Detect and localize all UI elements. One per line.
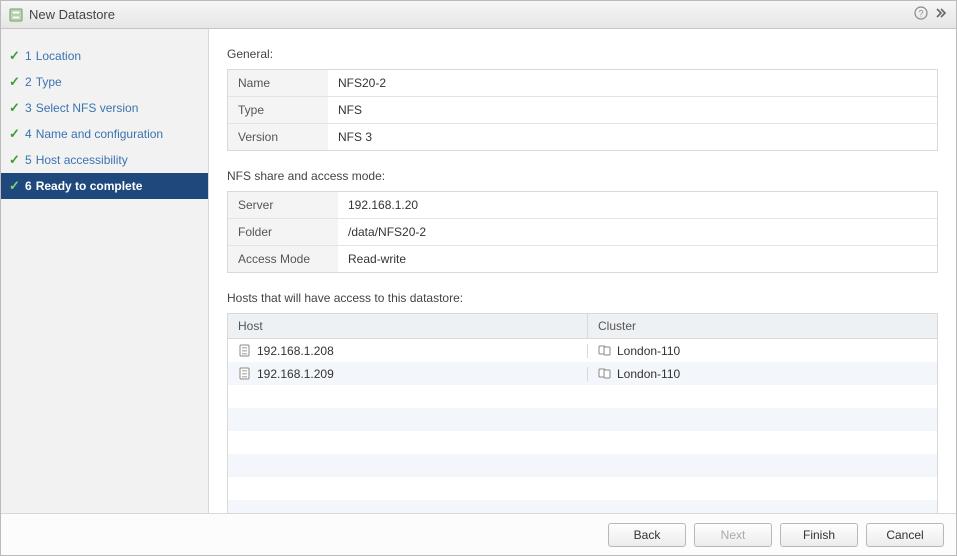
back-button[interactable]: Back [608, 523, 686, 547]
step-number: 3 [25, 101, 32, 115]
step-number: 6 [25, 179, 32, 193]
check-icon: ✓ [9, 48, 25, 64]
step-nfs-version[interactable]: ✓ 3 Select NFS version [1, 95, 208, 121]
hosts-table-body: 192.168.1.208 London-110 192.168 [228, 339, 937, 513]
host-ip: 192.168.1.208 [257, 344, 334, 358]
step-number: 5 [25, 153, 32, 167]
nfs-server-value: 192.168.1.20 [338, 192, 937, 218]
step-number: 2 [25, 75, 32, 89]
check-icon: ✓ [9, 100, 25, 116]
host-icon [238, 344, 251, 357]
hosts-table: Host Cluster 192.168.1.208 Lon [227, 313, 938, 513]
step-type[interactable]: ✓ 2 Type [1, 69, 208, 95]
nfs-folder-value: /data/NFS20-2 [338, 219, 937, 245]
summary-panel: General: Name NFS20-2 Type NFS Version N… [209, 29, 956, 513]
table-row [228, 477, 937, 500]
datastore-icon [9, 8, 23, 22]
titlebar: New Datastore ? [1, 1, 956, 29]
content-area: ✓ 1 Location ✓ 2 Type ✓ 3 Select NFS ver… [1, 29, 956, 513]
general-version-value: NFS 3 [328, 124, 937, 150]
nfs-row-access: Access Mode Read-write [228, 246, 937, 272]
table-row [228, 454, 937, 477]
finish-button[interactable]: Finish [780, 523, 858, 547]
step-location[interactable]: ✓ 1 Location [1, 43, 208, 69]
check-icon: ✓ [9, 74, 25, 90]
step-number: 1 [25, 49, 32, 63]
step-name-config[interactable]: ✓ 4 Name and configuration [1, 121, 208, 147]
table-row [228, 500, 937, 513]
step-ready-complete[interactable]: ✓ 6 Ready to complete [1, 173, 208, 199]
nfs-table: Server 192.168.1.20 Folder /data/NFS20-2… [227, 191, 938, 273]
nfs-folder-label: Folder [228, 219, 338, 245]
check-icon: ✓ [9, 178, 25, 194]
expand-icon[interactable] [934, 6, 948, 23]
general-name-value: NFS20-2 [328, 70, 937, 96]
step-label: Location [36, 49, 81, 63]
general-type-label: Type [228, 97, 328, 123]
host-icon [238, 367, 251, 380]
step-number: 4 [25, 127, 32, 141]
cluster-name: London-110 [617, 367, 680, 381]
nfs-access-label: Access Mode [228, 246, 338, 272]
table-row[interactable]: 192.168.1.209 London-110 [228, 362, 937, 385]
general-row-version: Version NFS 3 [228, 124, 937, 150]
cluster-icon [598, 367, 611, 380]
general-table: Name NFS20-2 Type NFS Version NFS 3 [227, 69, 938, 151]
general-type-value: NFS [328, 97, 937, 123]
svg-text:?: ? [918, 9, 923, 19]
nfs-server-label: Server [228, 192, 338, 218]
general-name-label: Name [228, 70, 328, 96]
nfs-row-folder: Folder /data/NFS20-2 [228, 219, 937, 246]
general-version-label: Version [228, 124, 328, 150]
check-icon: ✓ [9, 152, 25, 168]
step-label: Type [36, 75, 62, 89]
step-label: Select NFS version [36, 101, 139, 115]
general-row-type: Type NFS [228, 97, 937, 124]
table-row [228, 431, 937, 454]
table-row [228, 408, 937, 431]
nfs-row-server: Server 192.168.1.20 [228, 192, 937, 219]
step-label: Ready to complete [36, 179, 143, 193]
wizard-sidebar: ✓ 1 Location ✓ 2 Type ✓ 3 Select NFS ver… [1, 29, 209, 513]
check-icon: ✓ [9, 126, 25, 142]
hosts-heading: Hosts that will have access to this data… [227, 291, 938, 305]
host-ip: 192.168.1.209 [257, 367, 334, 381]
hosts-table-head: Host Cluster [228, 314, 937, 339]
table-row[interactable]: 192.168.1.208 London-110 [228, 339, 937, 362]
nfs-access-value: Read-write [338, 246, 937, 272]
table-row [228, 385, 937, 408]
cluster-icon [598, 344, 611, 357]
step-host-access[interactable]: ✓ 5 Host accessibility [1, 147, 208, 173]
hosts-col-host[interactable]: Host [228, 314, 588, 338]
next-button: Next [694, 523, 772, 547]
step-label: Name and configuration [36, 127, 163, 141]
footer-buttons: Back Next Finish Cancel [1, 513, 956, 555]
help-icon[interactable]: ? [914, 6, 928, 23]
window-title: New Datastore [29, 7, 914, 22]
cluster-name: London-110 [617, 344, 680, 358]
nfs-heading: NFS share and access mode: [227, 169, 938, 183]
step-label: Host accessibility [36, 153, 128, 167]
hosts-col-cluster[interactable]: Cluster [588, 314, 937, 338]
cancel-button[interactable]: Cancel [866, 523, 944, 547]
general-heading: General: [227, 47, 938, 61]
general-row-name: Name NFS20-2 [228, 70, 937, 97]
